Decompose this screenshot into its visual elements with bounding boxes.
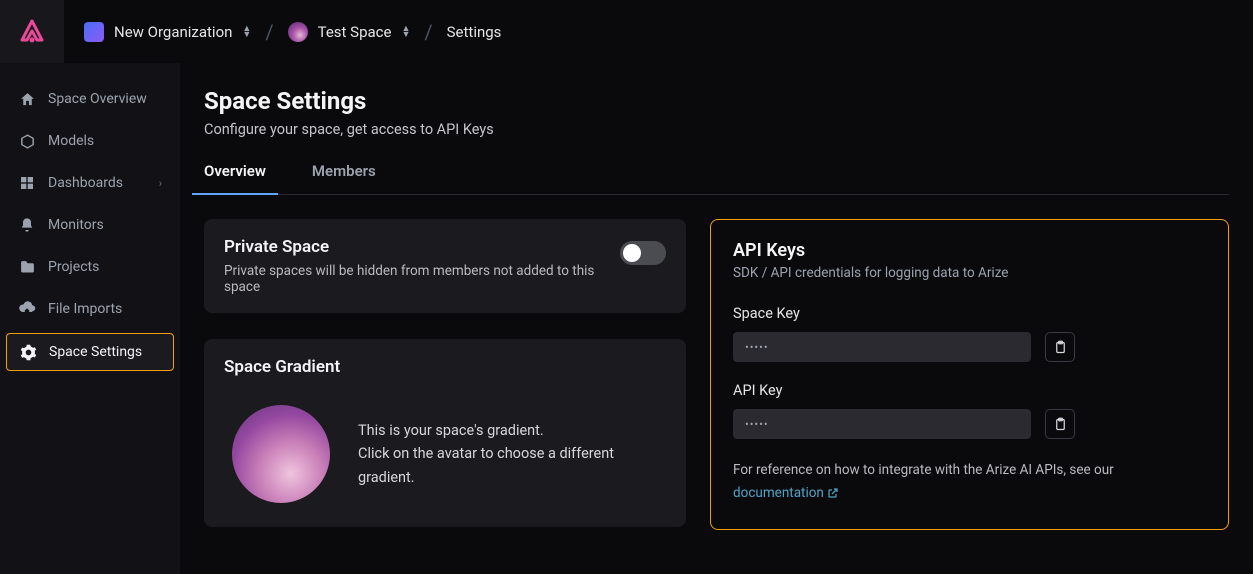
api-keys-card: API Keys SDK / API credentials for loggi…: [710, 219, 1229, 530]
header: New Organization ▲▼ / Test Space ▲▼ / Se…: [0, 0, 1253, 63]
space-gradient-card: Space Gradient This is your space's grad…: [204, 339, 686, 527]
sidebar-item-dashboards[interactable]: Dashboards ›: [6, 165, 174, 201]
logo[interactable]: [0, 0, 64, 63]
sidebar-item-space-overview[interactable]: Space Overview: [6, 81, 174, 117]
clipboard-icon: [1053, 340, 1068, 355]
tabs: Overview Members: [204, 162, 1229, 195]
grid-icon: [18, 174, 36, 192]
chevron-right-icon: ›: [159, 177, 162, 190]
main-content: Space Settings Configure your space, get…: [180, 63, 1253, 574]
api-foot-prefix: For reference on how to integrate with t…: [733, 462, 1114, 478]
folder-icon: [18, 258, 36, 276]
home-icon: [18, 90, 36, 108]
page-subtitle: Configure your space, get access to API …: [204, 121, 1229, 138]
gear-icon: [19, 343, 37, 361]
space-key-value[interactable]: •••••: [733, 332, 1031, 362]
private-space-desc: Private spaces will be hidden from membe…: [224, 263, 620, 295]
cube-icon: [18, 132, 36, 150]
gradient-instructions: This is your space's gradient. Click on …: [358, 419, 658, 489]
space-switcher-icon[interactable]: ▲▼: [401, 26, 410, 38]
private-space-title: Private Space: [224, 237, 620, 257]
bell-icon: [18, 216, 36, 234]
cloud-upload-icon: [18, 300, 36, 318]
sidebar-item-file-imports[interactable]: File Imports: [6, 291, 174, 327]
sidebar-item-label: Space Overview: [48, 91, 147, 107]
space-swatch-icon: [288, 22, 308, 42]
api-footer-text: For reference on how to integrate with t…: [733, 459, 1206, 507]
external-link-icon: [827, 484, 839, 507]
space-key-label: Space Key: [733, 305, 1206, 322]
sidebar-item-projects[interactable]: Projects: [6, 249, 174, 285]
gradient-line-1: This is your space's gradient.: [358, 419, 658, 442]
sidebar: Space Overview Models Dashboards › Monit…: [0, 63, 180, 574]
breadcrumbs: New Organization ▲▼ / Test Space ▲▼ / Se…: [64, 20, 501, 44]
copy-api-key-button[interactable]: [1045, 409, 1075, 439]
org-switcher-icon[interactable]: ▲▼: [242, 26, 251, 38]
arize-logo-icon: [18, 18, 46, 46]
api-keys-subtitle: SDK / API credentials for logging data t…: [733, 265, 1206, 281]
api-key-label: API Key: [733, 382, 1206, 399]
sidebar-item-models[interactable]: Models: [6, 123, 174, 159]
documentation-link[interactable]: documentation: [733, 485, 839, 501]
copy-space-key-button[interactable]: [1045, 332, 1075, 362]
org-swatch-icon: [84, 22, 104, 42]
breadcrumb-separator-icon: /: [265, 20, 273, 44]
api-key-value[interactable]: •••••: [733, 409, 1031, 439]
sidebar-item-space-settings[interactable]: Space Settings: [6, 333, 174, 371]
tab-overview[interactable]: Overview: [204, 162, 266, 194]
private-space-card: Private Space Private spaces will be hid…: [204, 219, 686, 313]
sidebar-item-label: Space Settings: [49, 344, 142, 360]
sidebar-item-label: File Imports: [48, 301, 122, 317]
breadcrumb-page-label: Settings: [447, 23, 502, 41]
sidebar-item-label: Models: [48, 133, 94, 149]
space-gradient-title: Space Gradient: [224, 357, 666, 377]
api-keys-title: API Keys: [733, 240, 1206, 261]
breadcrumb-org-label: New Organization: [114, 23, 232, 41]
gradient-line-2: Click on the avatar to choose a differen…: [358, 442, 658, 488]
breadcrumb-org[interactable]: New Organization ▲▼: [84, 22, 251, 42]
gradient-avatar[interactable]: [232, 405, 330, 503]
tab-members[interactable]: Members: [312, 162, 376, 194]
breadcrumb-separator-icon: /: [424, 20, 432, 44]
breadcrumb-space[interactable]: Test Space ▲▼: [288, 22, 411, 42]
toggle-knob-icon: [623, 244, 641, 262]
clipboard-icon: [1053, 417, 1068, 432]
page-title: Space Settings: [204, 87, 1229, 115]
sidebar-item-monitors[interactable]: Monitors: [6, 207, 174, 243]
sidebar-item-label: Projects: [48, 259, 99, 275]
sidebar-item-label: Dashboards: [48, 175, 123, 191]
breadcrumb-space-label: Test Space: [318, 23, 392, 41]
sidebar-item-label: Monitors: [48, 217, 104, 233]
private-space-toggle[interactable]: [620, 241, 666, 265]
